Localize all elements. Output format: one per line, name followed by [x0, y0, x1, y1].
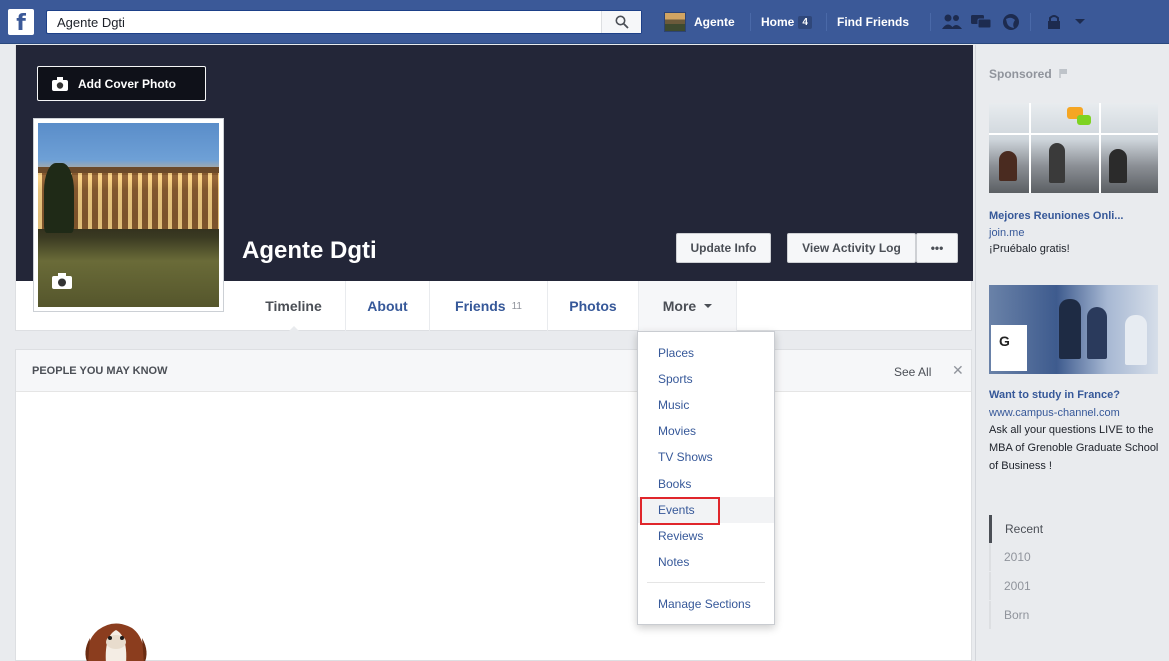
more-actions-label: •••: [930, 241, 944, 255]
close-icon[interactable]: ✕: [952, 362, 964, 379]
sponsored-heading: Sponsored: [989, 67, 1071, 81]
ad-domain[interactable]: join.me: [989, 227, 1024, 239]
tab-about[interactable]: About: [346, 281, 430, 331]
dog-image: [85, 623, 147, 661]
top-navigation-bar: f Agente Home 4 Find Friends: [0, 0, 1169, 44]
profile-header: Add Cover Photo Agente Dgti Update Info …: [15, 45, 973, 332]
menu-item-movies[interactable]: Movies: [638, 418, 774, 444]
highlight-box: [640, 497, 720, 525]
menu-divider: [647, 582, 765, 583]
year-recent[interactable]: Recent: [989, 515, 1139, 543]
tab-label: Photos: [569, 298, 617, 314]
menu-item-music[interactable]: Music: [638, 392, 774, 418]
profile-tabs: Timeline About Friends 11 Photos More: [242, 281, 737, 332]
add-cover-photo-button[interactable]: Add Cover Photo: [37, 66, 206, 101]
manage-sections-item[interactable]: Manage Sections: [638, 591, 774, 617]
account-menu-button[interactable]: [1069, 12, 1091, 32]
profile-photo-image: [38, 123, 219, 307]
nav-divider: [826, 13, 827, 31]
lock-icon: [1048, 15, 1060, 29]
ad-text: Ask all your questions LIVE to the MBA o…: [989, 424, 1159, 472]
add-cover-photo-label: Add Cover Photo: [78, 76, 176, 91]
menu-item-places[interactable]: Places: [638, 340, 774, 366]
view-activity-log-button[interactable]: View Activity Log: [787, 233, 916, 263]
nav-user-name: Agente: [694, 15, 735, 29]
tab-photos[interactable]: Photos: [548, 281, 639, 331]
tab-label: More: [662, 298, 697, 314]
nav-home-link[interactable]: Home 4: [761, 11, 812, 33]
right-sidebar: Sponsored Mejores Reuniones Onli... join…: [975, 45, 1169, 661]
tab-label: Friends: [455, 298, 506, 314]
ad-title[interactable]: Want to study in France?: [989, 389, 1120, 401]
nav-divider: [930, 13, 931, 31]
more-dropdown-menu: Places Sports Music Movies TV Shows Book…: [637, 331, 775, 625]
friend-requests-button[interactable]: [941, 12, 963, 32]
tab-more[interactable]: More: [639, 281, 737, 331]
view-activity-log-label: View Activity Log: [802, 241, 901, 255]
profile-picture[interactable]: [33, 118, 224, 312]
notifications-button[interactable]: [1000, 12, 1022, 32]
menu-item-sports[interactable]: Sports: [638, 366, 774, 392]
search-button[interactable]: [601, 11, 641, 33]
facebook-logo[interactable]: f: [8, 9, 34, 35]
ad-image-joinme[interactable]: [989, 103, 1158, 193]
friends-count: 11: [511, 300, 522, 312]
camera-icon: [52, 76, 68, 91]
menu-item-reviews[interactable]: Reviews: [638, 523, 774, 549]
ad-logo-glyph: G: [999, 333, 1010, 349]
search-input[interactable]: [47, 11, 601, 33]
more-actions-button[interactable]: •••: [916, 233, 958, 263]
tab-label: About: [367, 298, 408, 314]
search-icon: [615, 15, 629, 29]
ad-image-campus[interactable]: G: [989, 285, 1158, 374]
nav-home-label: Home: [761, 15, 795, 29]
chevron-down-icon: [704, 304, 713, 308]
see-all-link[interactable]: See All: [894, 365, 931, 379]
pymk-header: PEOPLE YOU MAY KNOW See All ✕: [16, 350, 971, 392]
ad-choices-icon[interactable]: [1059, 68, 1071, 78]
chevron-down-icon: [1075, 19, 1085, 24]
search-box: [46, 10, 642, 34]
profile-name[interactable]: Agente Dgti: [242, 237, 377, 265]
privacy-shortcuts-button[interactable]: [1043, 12, 1065, 32]
nav-divider: [750, 13, 751, 31]
messages-button[interactable]: [970, 12, 992, 32]
nav-find-friends-link[interactable]: Find Friends: [837, 11, 909, 33]
pymk-title: PEOPLE YOU MAY KNOW: [32, 365, 168, 377]
tab-timeline[interactable]: Timeline: [242, 281, 346, 332]
year-2010[interactable]: 2010: [989, 543, 1139, 571]
sponsored-label: Sponsored: [989, 67, 1052, 81]
update-info-button[interactable]: Update Info: [676, 233, 771, 263]
ad-text: ¡Pruébalo gratis!: [989, 243, 1070, 255]
nav-profile-link[interactable]: Agente: [664, 11, 735, 33]
messages-icon: [971, 15, 992, 29]
tab-label: Timeline: [265, 298, 322, 314]
update-info-label: Update Info: [690, 241, 757, 255]
nav-find-friends-label: Find Friends: [837, 15, 909, 29]
people-you-may-know-panel: PEOPLE YOU MAY KNOW See All ✕: [15, 349, 972, 661]
menu-item-notes[interactable]: Notes: [638, 549, 774, 575]
home-count-badge: 4: [798, 15, 812, 29]
nav-divider: [1030, 13, 1031, 31]
photo-trees: [44, 163, 74, 233]
camera-icon[interactable]: [52, 273, 72, 289]
globe-icon: [1003, 14, 1019, 30]
friend-requests-icon: [942, 14, 962, 29]
menu-item-tv-shows[interactable]: TV Shows: [638, 444, 774, 470]
avatar: [664, 12, 686, 32]
ad-domain[interactable]: www.campus-channel.com: [989, 407, 1120, 419]
ad-title[interactable]: Mejores Reuniones Onli...: [989, 210, 1123, 222]
year-born[interactable]: Born: [989, 601, 1139, 629]
menu-item-books[interactable]: Books: [638, 471, 774, 497]
year-2001[interactable]: 2001: [989, 572, 1139, 600]
tab-friends[interactable]: Friends 11: [430, 281, 548, 331]
